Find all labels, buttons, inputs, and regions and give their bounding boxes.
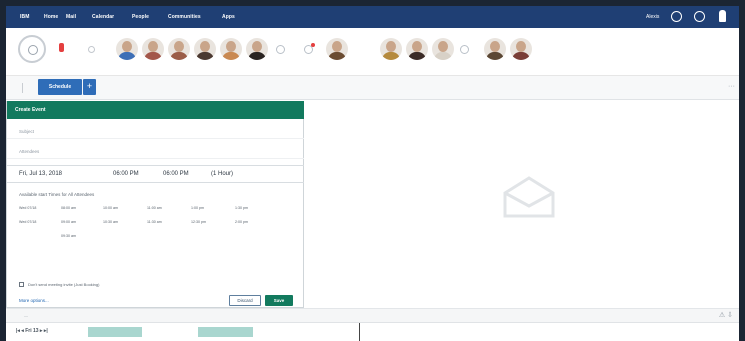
help-icon[interactable]	[694, 11, 705, 22]
nav-people[interactable]: People	[132, 14, 149, 20]
time-slot[interactable]: 12:30 pm	[191, 220, 206, 224]
collapse-handle-icon[interactable]: —	[24, 313, 28, 318]
contact-avatar[interactable]	[484, 38, 506, 60]
timeline-nav[interactable]: |◂ ◂ Fri 13 ▸ ▸|	[16, 328, 48, 334]
calendar-toolbar: Schedule + ···	[6, 76, 739, 100]
alert-icon[interactable]	[59, 43, 64, 52]
app-frame: IBM Home Mail Calendar People Communitie…	[6, 6, 739, 341]
time-slot[interactable]: 2:00 pm	[235, 220, 248, 224]
time-slot[interactable]: 11:00 am	[147, 206, 162, 210]
reading-pane	[304, 101, 739, 308]
timeline-busy-block[interactable]	[198, 327, 253, 337]
nav-apps[interactable]: Apps	[222, 14, 235, 20]
panel-actions-icon[interactable]: ⚠ ⇩	[719, 311, 733, 319]
save-button[interactable]: Save	[265, 295, 293, 306]
nav-calendar[interactable]: Calendar	[92, 14, 114, 20]
time-slot[interactable]: 10:30 am	[103, 220, 118, 224]
group-icon[interactable]	[304, 43, 315, 54]
nav-mail[interactable]: Mail	[66, 14, 76, 20]
time-slot[interactable]: 10:00 am	[103, 206, 118, 210]
time-slot[interactable]: 1:30 pm	[235, 206, 248, 210]
people-bar	[6, 28, 739, 76]
contact-avatar[interactable]	[246, 38, 268, 60]
add-contact-icon[interactable]	[88, 46, 95, 53]
create-event-panel: Create Event Subject Attendees Fri, Jul …	[6, 101, 305, 308]
availability-title: Available start Times for All Attendees	[19, 192, 95, 197]
my-profile-icon[interactable]	[18, 35, 46, 63]
duration-label: (1 Hour)	[211, 171, 234, 177]
timeline-busy-block[interactable]	[88, 327, 142, 337]
contact-avatar[interactable]	[116, 38, 138, 60]
contact-avatar[interactable]	[432, 38, 454, 60]
slot-day: Wed 07/18	[19, 220, 37, 224]
search-icon[interactable]	[671, 11, 682, 22]
current-time-indicator	[359, 323, 360, 341]
overflow-menu-icon[interactable]: ···	[728, 83, 735, 90]
time-slot[interactable]: 09:00 am	[61, 220, 76, 224]
contact-avatar[interactable]	[510, 38, 532, 60]
attendees-field[interactable]: Attendees	[7, 143, 305, 159]
no-invite-checkbox[interactable]	[19, 282, 24, 288]
time-slot[interactable]: 09:30 am	[61, 234, 76, 238]
discard-button[interactable]: Discard	[229, 295, 261, 306]
panel-title: Create Event	[7, 101, 305, 119]
date-time-row: Fri, Jul 13, 2018 06:00 PM 06:00 PM (1 H…	[7, 165, 305, 183]
nav-home[interactable]: Home	[44, 14, 58, 20]
contact-avatar[interactable]	[142, 38, 164, 60]
time-slot[interactable]: 1:00 pm	[191, 206, 204, 210]
timeline-strip: |◂ ◂ Fri 13 ▸ ▸|	[6, 322, 739, 341]
contact-avatar[interactable]	[220, 38, 242, 60]
time-slot[interactable]: 11:30 am	[147, 220, 162, 224]
date-picker[interactable]: Fri, Jul 13, 2018	[19, 171, 62, 177]
empty-mail-icon	[503, 176, 555, 218]
contact-avatar[interactable]	[380, 38, 402, 60]
schedule-button[interactable]: Schedule	[38, 79, 82, 95]
contact-avatar[interactable]	[168, 38, 190, 60]
end-time-picker[interactable]: 06:00 PM	[163, 171, 189, 177]
start-time-picker[interactable]: 06:00 PM	[113, 171, 139, 177]
user-name[interactable]: Alexis	[646, 14, 659, 20]
time-slot[interactable]: 08:00 am	[61, 206, 76, 210]
nav-logo[interactable]: IBM	[20, 14, 29, 20]
notification-bell-icon[interactable]	[719, 10, 726, 22]
subject-field[interactable]: Subject	[7, 123, 305, 139]
contact-avatar[interactable]	[194, 38, 216, 60]
no-invite-label: Don't send meeting invite (Just Booking)	[28, 282, 100, 287]
nav-communities[interactable]: Communities	[168, 14, 201, 20]
group-icon[interactable]	[276, 45, 285, 54]
no-invite-option[interactable]: Don't send meeting invite (Just Booking)	[19, 282, 100, 288]
top-nav-bar: IBM Home Mail Calendar People Communitie…	[6, 6, 739, 28]
contact-avatar[interactable]	[406, 38, 428, 60]
toolbar-divider	[22, 83, 23, 93]
more-options-link[interactable]: More options...	[19, 298, 49, 303]
group-icon[interactable]	[460, 45, 469, 54]
schedule-dropdown-button[interactable]: +	[83, 79, 96, 95]
bottom-divider: — ⚠ ⇩	[6, 308, 739, 322]
contact-avatar[interactable]	[326, 38, 348, 60]
slot-day: Wed 07/18	[19, 206, 37, 210]
